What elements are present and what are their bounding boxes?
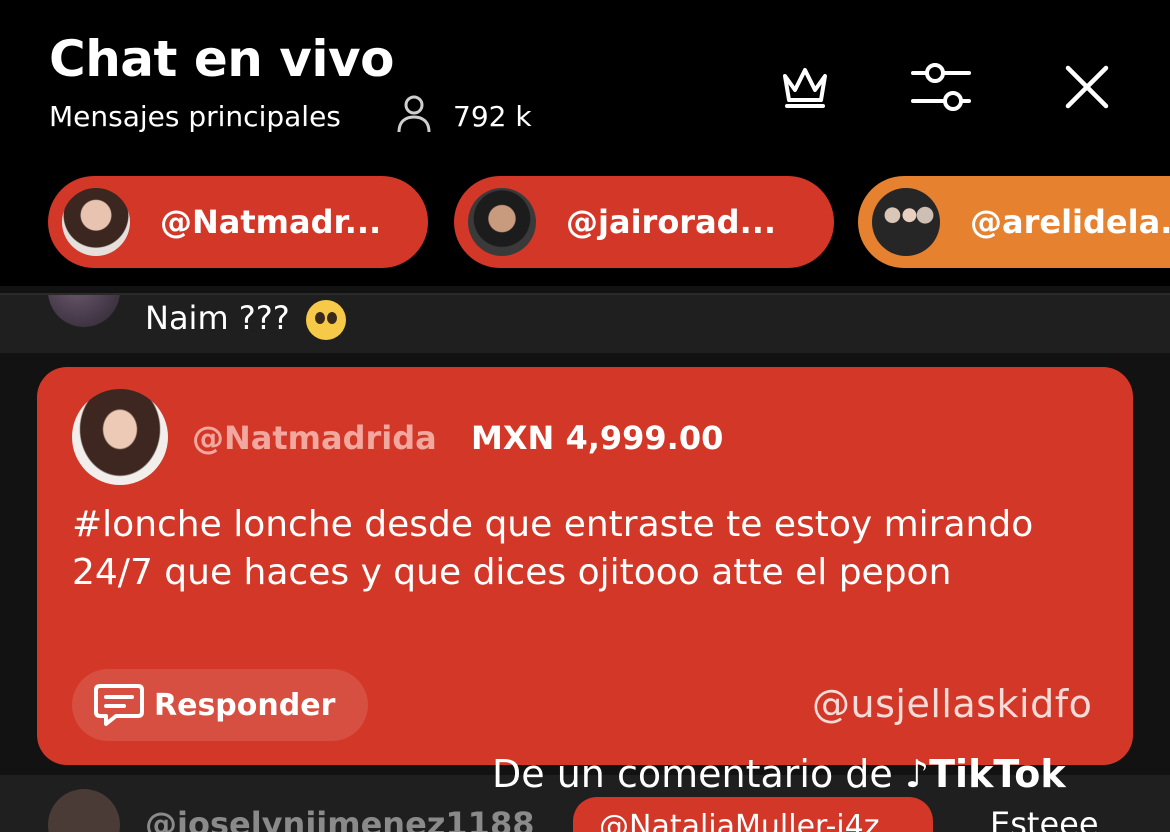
pinned-chip[interactable]: @jairorad... xyxy=(454,176,834,268)
reply-button[interactable]: Responder xyxy=(72,669,368,741)
avatar xyxy=(62,188,130,256)
pinned-name: @jairorad... xyxy=(566,203,777,241)
mention-label: @NataliaMuller-i4z xyxy=(599,809,880,832)
pinned-gifters-row: @Natmadr... @jairorad... @arelidela... xyxy=(0,168,1170,286)
watermark-brand: TikTok xyxy=(929,752,1066,796)
avatar xyxy=(48,295,120,327)
reply-label: Responder xyxy=(154,687,336,723)
crown-icon xyxy=(783,68,827,108)
avatar xyxy=(872,188,940,256)
tiktok-logo-icon: ♪ xyxy=(904,752,930,796)
watermark-caption: De un comentario de ♪TikTok xyxy=(492,752,1066,796)
comment-icon xyxy=(94,684,144,726)
top-gifter-button[interactable] xyxy=(770,55,840,119)
avatar xyxy=(48,789,120,832)
message-text: Naim ??? xyxy=(145,299,346,340)
mention-chip[interactable]: @NataliaMuller-i4z xyxy=(573,797,934,832)
watermark-username: @usjellaskidfo xyxy=(812,682,1093,726)
sliders-icon xyxy=(911,63,971,111)
pinned-name: @arelidela... xyxy=(970,203,1170,241)
close-icon xyxy=(1065,65,1109,109)
chat-mode-label[interactable]: Mensajes principales xyxy=(49,100,341,133)
message-body: #lonche lonche desde que entraste te est… xyxy=(72,504,1034,593)
filters-button[interactable] xyxy=(906,55,976,119)
page-title: Chat en vivo xyxy=(49,30,394,88)
gift-amount: MXN 4,999.00 xyxy=(471,419,724,457)
watermark-prefix: De un comentario de xyxy=(492,752,905,796)
viewer-count: 792 k xyxy=(453,100,532,133)
person-icon xyxy=(397,95,431,133)
pinned-name: @Natmadr... xyxy=(160,203,382,241)
chat-header: Chat en vivo Mensajes principales 792 k xyxy=(0,0,1170,168)
avatar xyxy=(72,389,168,485)
avatar xyxy=(468,188,536,256)
pinned-chip[interactable]: @arelidela... xyxy=(858,176,1170,268)
close-button[interactable] xyxy=(1052,55,1122,119)
pinned-chip[interactable]: @Natmadr... xyxy=(48,176,428,268)
message-body: Esteee xyxy=(990,805,1099,832)
message-body: Naim ??? xyxy=(145,299,290,337)
pleading-face-emoji-icon xyxy=(305,300,346,340)
sender-handle[interactable]: @Natmadrida xyxy=(192,419,437,457)
chat-message[interactable]: Naim ??? xyxy=(0,295,1170,353)
sender-handle[interactable]: @joselynjimenez1188 xyxy=(145,805,534,832)
